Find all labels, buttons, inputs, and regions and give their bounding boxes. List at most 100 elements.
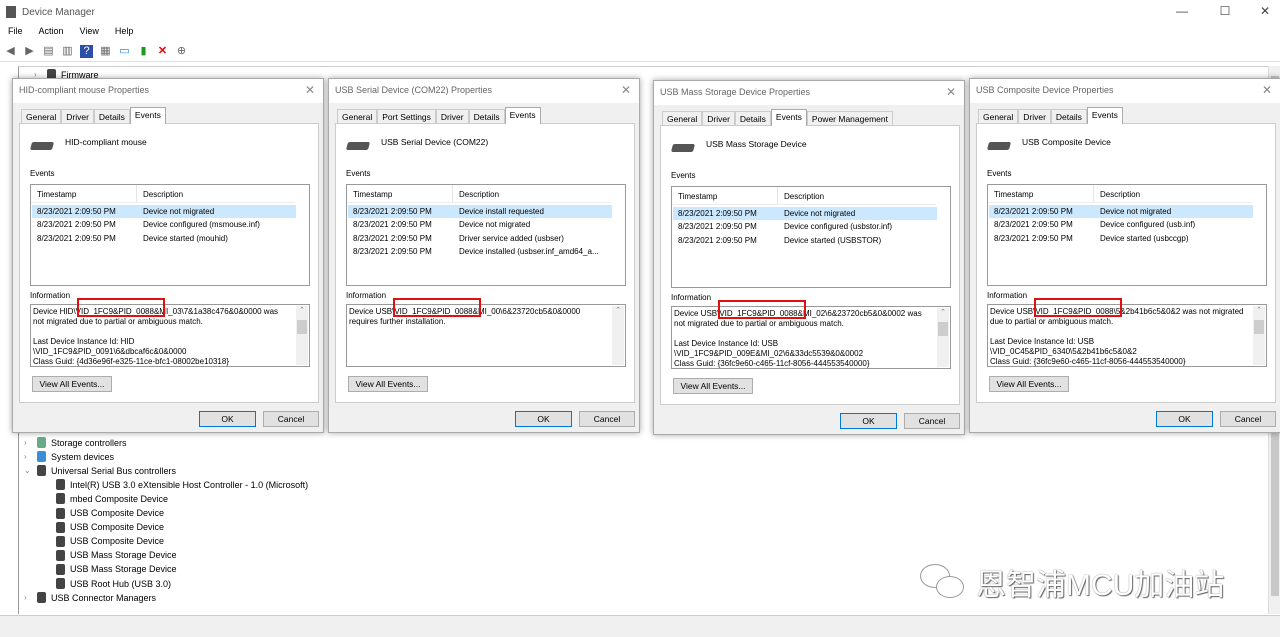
column-description[interactable]: Description bbox=[1094, 185, 1146, 202]
tree-item[interactable]: USB Composite Device bbox=[56, 521, 164, 533]
column-timestamp[interactable]: Timestamp bbox=[672, 187, 778, 204]
info-scrollbar[interactable]: ⌃ bbox=[612, 306, 624, 365]
close-button[interactable]: ✕ bbox=[305, 83, 315, 97]
column-description[interactable]: Description bbox=[137, 185, 189, 202]
column-description[interactable]: Description bbox=[778, 187, 830, 204]
chevron-right-icon[interactable]: › bbox=[24, 593, 32, 602]
tab-general[interactable]: General bbox=[337, 109, 378, 123]
events-table[interactable]: Timestamp Description 8/23/2021 2:09:50 PM… bbox=[346, 184, 626, 286]
column-timestamp[interactable]: Timestamp bbox=[988, 185, 1094, 202]
tab-details[interactable]: Details bbox=[93, 109, 130, 123]
tab-details[interactable]: Details bbox=[734, 111, 771, 125]
information-textbox[interactable]: Device USB\VID_1FC9&PID_0088&MI_00\6&237… bbox=[346, 304, 626, 367]
information-textbox[interactable]: Device USB\VID_1FC9&PID_0088\5&2b41b6c5&… bbox=[987, 304, 1267, 367]
cancel-button[interactable]: Cancel bbox=[579, 411, 635, 427]
tree-item[interactable]: USB Mass Storage Device bbox=[56, 563, 177, 575]
tab-events[interactable]: Events bbox=[504, 107, 541, 124]
minimize-button[interactable]: — bbox=[1174, 4, 1190, 18]
ok-button[interactable]: OK bbox=[199, 411, 256, 427]
tree-item[interactable]: › USB Connector Managers bbox=[24, 592, 156, 604]
table-row[interactable]: 8/23/2021 2:09:50 PM Device configured (u… bbox=[989, 218, 1253, 231]
tree-item[interactable]: USB Mass Storage Device bbox=[56, 549, 177, 561]
chevron-down-icon[interactable]: ⌄ bbox=[24, 466, 32, 475]
table-row[interactable]: 8/23/2021 2:09:50 PM Device not migrated bbox=[989, 205, 1253, 218]
tab-events[interactable]: Events bbox=[770, 109, 807, 126]
tab-events[interactable]: Events bbox=[1086, 107, 1123, 124]
close-button[interactable]: ✕ bbox=[621, 83, 631, 97]
scrollbar-thumb[interactable] bbox=[297, 320, 307, 334]
cancel-button[interactable]: Cancel bbox=[1220, 411, 1276, 427]
table-row[interactable]: 8/23/2021 2:09:50 PM Device not migrated bbox=[32, 205, 296, 218]
scrollbar-thumb[interactable] bbox=[1254, 320, 1264, 334]
tab-driver[interactable]: Driver bbox=[435, 109, 469, 123]
table-row[interactable]: 8/23/2021 2:09:50 PM Device not migrated bbox=[348, 218, 612, 231]
tree-item[interactable]: › Storage controllers bbox=[24, 437, 127, 448]
tree-item[interactable]: USB Root Hub (USB 3.0) bbox=[56, 578, 171, 589]
tree-item[interactable]: USB Composite Device bbox=[56, 535, 164, 547]
events-table[interactable]: Timestamp Description 8/23/2021 2:09:50 PM… bbox=[30, 184, 310, 286]
information-textbox[interactable]: Device USB\VID_1FC9&PID_0088&MI_02\6&237… bbox=[671, 306, 951, 369]
uninstall-icon[interactable]: ✕ bbox=[156, 45, 169, 58]
tab-events[interactable]: Events bbox=[129, 107, 166, 124]
disable-icon[interactable]: ⊕ bbox=[175, 45, 188, 58]
info-scrollbar[interactable]: ⌃ bbox=[296, 306, 308, 365]
tree-item[interactable]: mbed Composite Device bbox=[56, 493, 168, 505]
column-timestamp[interactable]: Timestamp bbox=[31, 185, 137, 202]
tree-item[interactable]: USB Composite Device bbox=[56, 507, 164, 519]
table-row[interactable]: 8/23/2021 2:09:50 PM Device started (usbc… bbox=[989, 232, 1253, 245]
table-row[interactable]: 8/23/2021 2:09:50 PM Device installed (us… bbox=[348, 245, 612, 258]
table-row[interactable]: 8/23/2021 2:09:50 PM Device not migrated bbox=[673, 207, 937, 220]
properties-icon[interactable]: ▤ bbox=[42, 45, 55, 58]
tab-general[interactable]: General bbox=[978, 109, 1019, 123]
back-icon[interactable]: ◀ bbox=[4, 45, 17, 58]
ok-button[interactable]: OK bbox=[515, 411, 572, 427]
view-all-events-button[interactable]: View All Events... bbox=[348, 376, 428, 392]
menu-help[interactable]: Help bbox=[107, 24, 142, 41]
tab-details[interactable]: Details bbox=[1050, 109, 1087, 123]
ok-button[interactable]: OK bbox=[840, 413, 897, 429]
scan-hardware-icon[interactable]: ▭ bbox=[118, 45, 131, 58]
tree-item[interactable]: Intel(R) USB 3.0 eXtensible Host Control… bbox=[56, 479, 308, 491]
tab-port-settings[interactable]: Port Settings bbox=[377, 109, 436, 123]
tab-general[interactable]: General bbox=[21, 109, 62, 123]
view-all-events-button[interactable]: View All Events... bbox=[673, 378, 753, 394]
tab-power-management[interactable]: Power Management bbox=[806, 111, 893, 125]
tree-item[interactable]: › System devices bbox=[24, 451, 114, 463]
info-scrollbar[interactable]: ⌃ bbox=[937, 308, 949, 367]
table-row[interactable]: 8/23/2021 2:09:50 PM Device started (USBS… bbox=[673, 234, 937, 247]
ok-button[interactable]: OK bbox=[1156, 411, 1213, 427]
close-button[interactable]: ✕ bbox=[1262, 83, 1272, 97]
events-table[interactable]: Timestamp Description 8/23/2021 2:09:50 PM… bbox=[987, 184, 1267, 286]
view-all-events-button[interactable]: View All Events... bbox=[989, 376, 1069, 392]
menu-view[interactable]: View bbox=[72, 24, 107, 41]
table-row[interactable]: 8/23/2021 2:09:50 PM Driver service added… bbox=[348, 232, 612, 245]
table-row[interactable]: 8/23/2021 2:09:50 PM Device started (mouh… bbox=[32, 232, 296, 245]
help-icon[interactable]: ? bbox=[80, 45, 93, 58]
table-row[interactable]: 8/23/2021 2:09:50 PM Device configured (m… bbox=[32, 218, 296, 231]
close-button[interactable]: ✕ bbox=[946, 85, 956, 99]
tab-details[interactable]: Details bbox=[468, 109, 505, 123]
view-all-events-button[interactable]: View All Events... bbox=[32, 376, 112, 392]
action-icon[interactable]: ▦ bbox=[99, 45, 112, 58]
column-description[interactable]: Description bbox=[453, 185, 505, 202]
events-table[interactable]: Timestamp Description 8/23/2021 2:09:50 PM… bbox=[671, 186, 951, 288]
cancel-button[interactable]: Cancel bbox=[904, 413, 960, 429]
show-hide-icon[interactable]: ▥ bbox=[61, 45, 74, 58]
update-driver-icon[interactable]: ▮ bbox=[137, 45, 150, 58]
menu-action[interactable]: Action bbox=[31, 24, 72, 41]
chevron-right-icon[interactable]: › bbox=[24, 452, 32, 461]
scrollbar-thumb[interactable] bbox=[938, 322, 948, 336]
table-row[interactable]: 8/23/2021 2:09:50 PM Device configured (u… bbox=[673, 220, 937, 233]
table-row[interactable]: 8/23/2021 2:09:50 PM Device install reque… bbox=[348, 205, 612, 218]
tab-general[interactable]: General bbox=[662, 111, 703, 125]
information-textbox[interactable]: Device HID\VID_1FC9&PID_0088&MI_03\7&1a3… bbox=[30, 304, 310, 367]
maximize-button[interactable]: ☐ bbox=[1217, 4, 1233, 18]
tab-driver[interactable]: Driver bbox=[61, 109, 94, 123]
info-scrollbar[interactable]: ⌃ bbox=[1253, 306, 1265, 365]
chevron-right-icon[interactable]: › bbox=[24, 438, 32, 447]
column-timestamp[interactable]: Timestamp bbox=[347, 185, 453, 202]
cancel-button[interactable]: Cancel bbox=[263, 411, 319, 427]
forward-icon[interactable]: ▶ bbox=[23, 45, 36, 58]
close-button[interactable]: ✕ bbox=[1257, 4, 1273, 18]
menu-file[interactable]: File bbox=[0, 24, 31, 41]
